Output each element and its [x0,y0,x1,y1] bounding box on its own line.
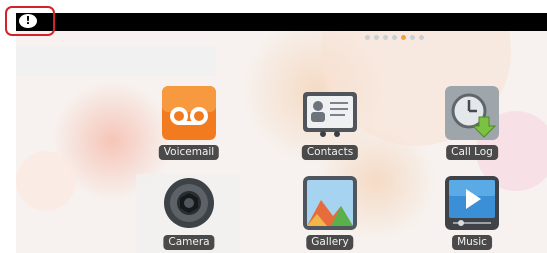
camera-icon [164,178,214,228]
page-dot [365,35,370,40]
app-contacts[interactable]: Contacts [285,86,375,162]
page-dot [419,35,424,40]
app-gallery[interactable]: Gallery [285,176,375,252]
app-label-music: Music [452,235,492,250]
app-label-gallery: Gallery [306,235,354,250]
voicemail-icon [162,86,216,140]
page-dot [401,35,406,40]
page-dot [410,35,415,40]
call-log-icon [445,86,499,140]
app-label-voicemail: Voicemail [158,145,220,160]
music-icon [445,176,499,230]
page-dot [383,35,388,40]
notification-highlight [5,6,55,36]
contacts-icon [303,92,357,137]
app-music[interactable]: Music [427,176,517,252]
app-label-call-log: Call Log [446,145,498,160]
app-camera[interactable]: Camera [144,176,234,252]
gallery-icon [303,176,357,230]
app-label-contacts: Contacts [301,145,359,160]
home-screen: Voicemail Contacts Call Log Camera Galle… [16,13,547,253]
page-dot [392,35,397,40]
page-dot [374,35,379,40]
app-call-log[interactable]: Call Log [427,86,517,162]
status-bar [16,13,547,31]
app-voicemail[interactable]: Voicemail [144,86,234,162]
app-label-camera: Camera [163,235,215,250]
